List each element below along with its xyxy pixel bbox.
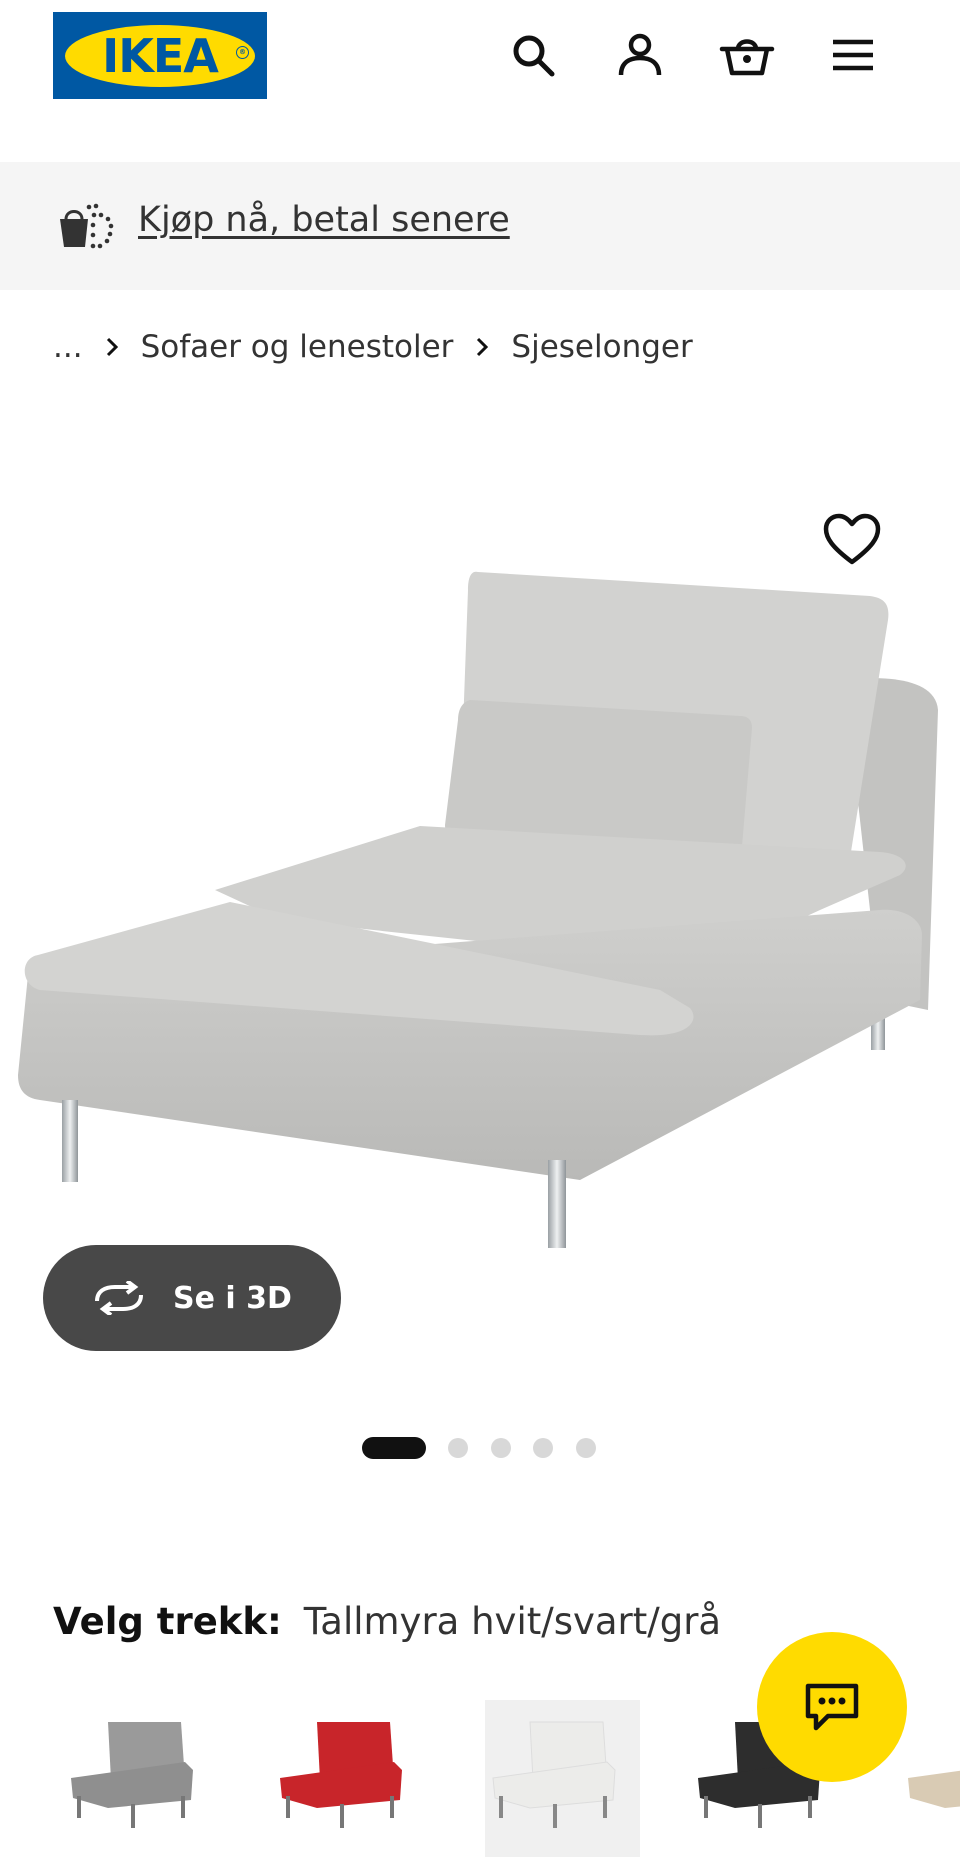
search-icon[interactable]	[504, 26, 562, 84]
variant-thumb-image	[908, 1770, 960, 1808]
registered-mark: ®	[236, 46, 249, 59]
menu-icon[interactable]	[824, 26, 882, 84]
carousel-dot[interactable]	[533, 1438, 553, 1458]
variant-thumb[interactable]	[63, 1700, 218, 1857]
breadcrumb-item-sofas[interactable]: Sofaer og lenestoler	[141, 329, 454, 365]
view-in-3d-button[interactable]: Se i 3D	[43, 1245, 341, 1351]
logo-oval: IKEA	[65, 24, 255, 87]
ikea-logo[interactable]: IKEA ®	[53, 12, 267, 99]
buy-now-pay-later-link[interactable]: Kjøp nå, betal senere	[138, 200, 510, 240]
variant-thumb-image	[280, 1722, 402, 1828]
site-header: IKEA ®	[0, 0, 960, 162]
carousel-dot-active[interactable]	[362, 1437, 426, 1459]
logo-text: IKEA	[102, 28, 219, 83]
cart-icon[interactable]	[718, 26, 776, 84]
user-icon[interactable]	[611, 26, 669, 84]
variant-thumb-image	[492, 1721, 616, 1828]
carousel-dot[interactable]	[448, 1438, 468, 1458]
variant-value: Tallmyra hvit/svart/grå	[303, 1600, 722, 1643]
rotate-3d-icon	[95, 1281, 143, 1315]
chevron-right-icon	[105, 336, 119, 358]
variant-thumb[interactable]	[272, 1700, 427, 1857]
carousel-dot[interactable]	[491, 1438, 511, 1458]
variant-thumb[interactable]	[900, 1700, 960, 1857]
carousel-indicator	[0, 1437, 960, 1459]
variant-thumb-selected[interactable]	[485, 1700, 640, 1857]
product-image[interactable]	[0, 480, 960, 1280]
breadcrumb: ... Sofaer og lenestoler Sjeselonger	[53, 326, 693, 368]
chat-icon	[805, 1683, 859, 1731]
variant-selector: Velg trekk: Tallmyra hvit/svart/grå	[53, 1600, 721, 1643]
buy-now-pay-later-icon	[58, 203, 114, 249]
variant-thumb-image	[71, 1722, 193, 1828]
view-in-3d-label: Se i 3D	[173, 1280, 292, 1316]
breadcrumb-item-chaise[interactable]: Sjeselonger	[511, 329, 692, 365]
breadcrumb-ellipsis[interactable]: ...	[53, 329, 83, 365]
chat-button[interactable]	[757, 1632, 907, 1782]
carousel-dot[interactable]	[576, 1438, 596, 1458]
variant-label: Velg trekk:	[53, 1600, 282, 1643]
heart-icon[interactable]	[822, 512, 882, 568]
chevron-right-icon	[475, 336, 489, 358]
